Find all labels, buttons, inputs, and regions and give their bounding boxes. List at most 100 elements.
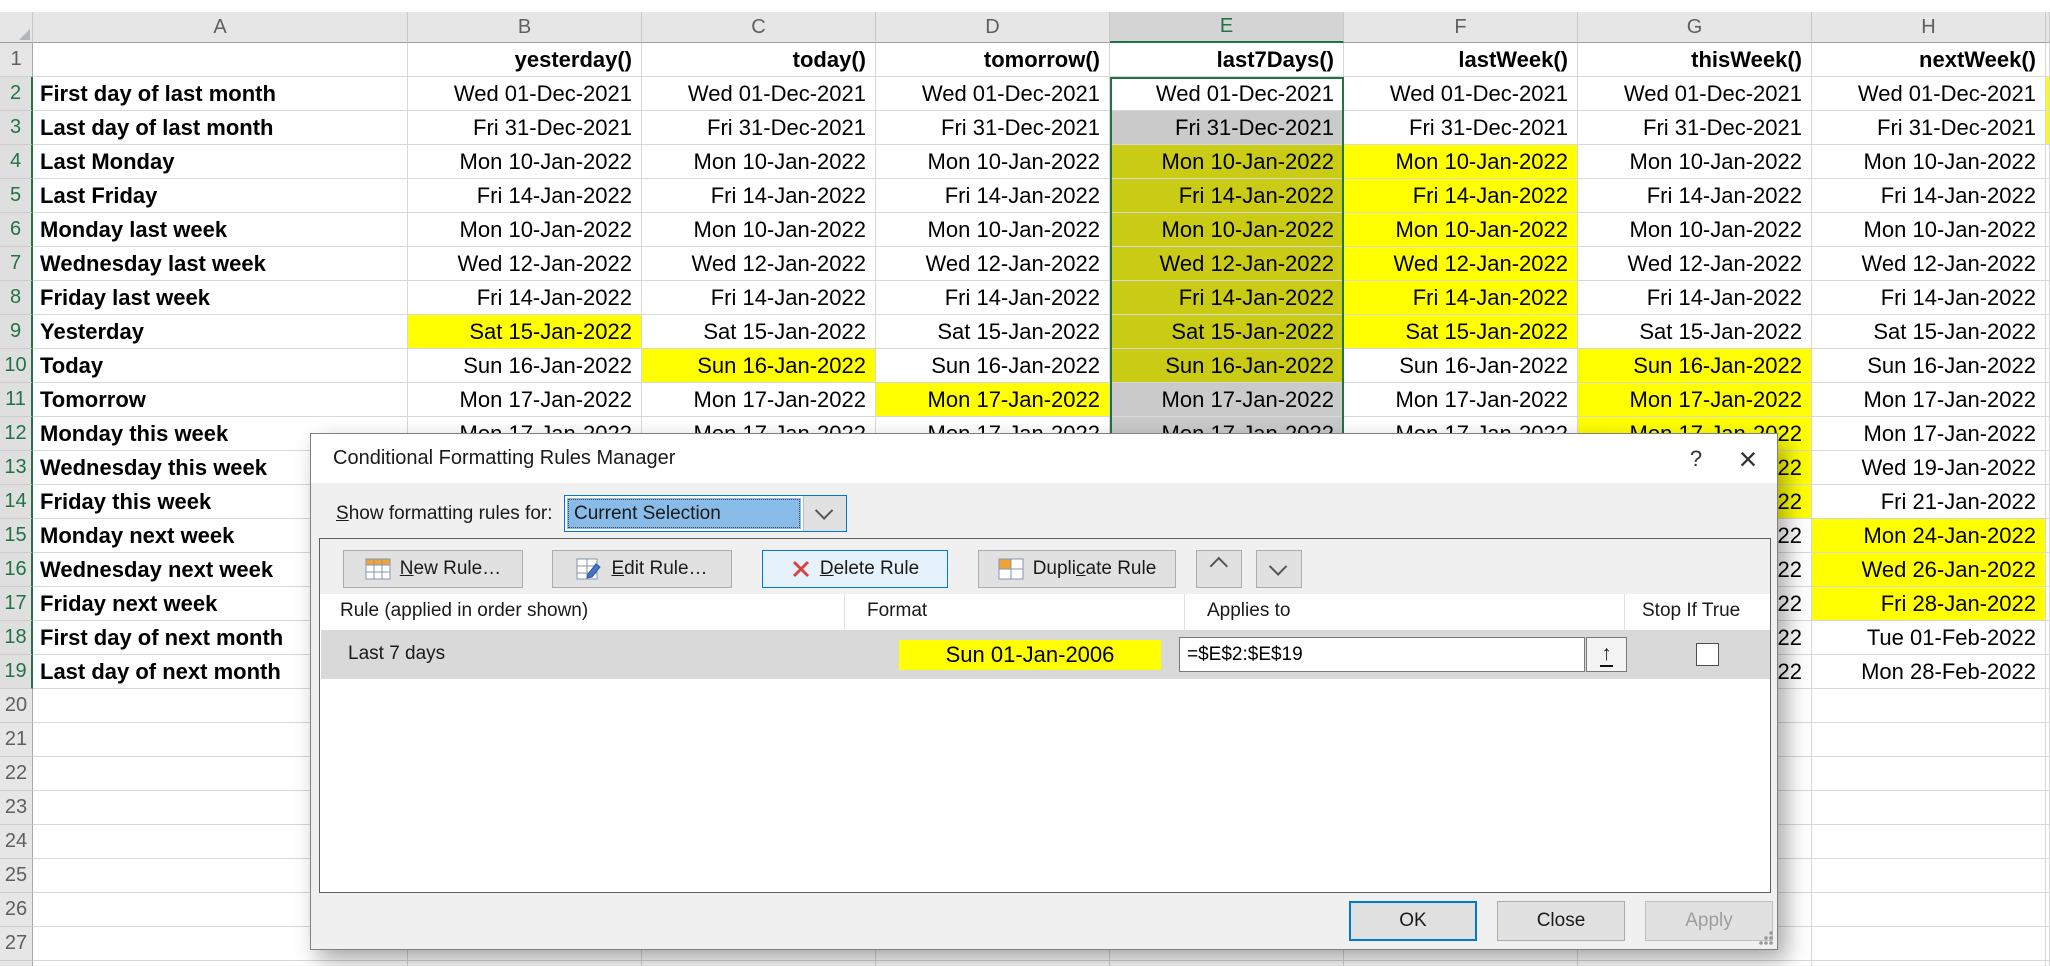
- cell-F1[interactable]: lastWeek(): [1344, 43, 1578, 77]
- cell-C3[interactable]: Fri 31-Dec-2021: [642, 111, 876, 145]
- cell-H4[interactable]: Mon 10-Jan-2022: [1812, 145, 2046, 179]
- cell-H21[interactable]: [1812, 723, 2046, 757]
- cell-H8[interactable]: Fri 14-Jan-2022: [1812, 281, 2046, 315]
- cell-H2[interactable]: Wed 01-Dec-2021: [1812, 77, 2046, 111]
- resize-grip[interactable]: [1759, 931, 1773, 945]
- duplicate-rule-button[interactable]: Duplicate Rule: [978, 550, 1176, 588]
- cell-C5[interactable]: Fri 14-Jan-2022: [642, 179, 876, 213]
- col-header-G[interactable]: G: [1578, 12, 1812, 43]
- cell-B7[interactable]: Wed 12-Jan-2022: [408, 247, 642, 281]
- row-header-5[interactable]: 5: [0, 179, 33, 213]
- row-header-15[interactable]: 15: [0, 519, 33, 553]
- row-header-6[interactable]: 6: [0, 213, 33, 247]
- cell-C7[interactable]: Wed 12-Jan-2022: [642, 247, 876, 281]
- row-header-9[interactable]: 9: [0, 315, 33, 349]
- cell-H1[interactable]: nextWeek(): [1812, 43, 2046, 77]
- cell-E5[interactable]: Fri 14-Jan-2022: [1110, 179, 1344, 213]
- cell-A2[interactable]: First day of last month: [33, 77, 408, 111]
- cell-F5[interactable]: Fri 14-Jan-2022: [1344, 179, 1578, 213]
- row-header-3[interactable]: 3: [0, 111, 33, 145]
- cell-G3[interactable]: Fri 31-Dec-2021: [1578, 111, 1812, 145]
- cell-G6[interactable]: Mon 10-Jan-2022: [1578, 213, 1812, 247]
- cell-D10[interactable]: Sun 16-Jan-2022: [876, 349, 1110, 383]
- cell-G7[interactable]: Wed 12-Jan-2022: [1578, 247, 1812, 281]
- cell-F8[interactable]: Fri 14-Jan-2022: [1344, 281, 1578, 315]
- cell-D9[interactable]: Sat 15-Jan-2022: [876, 315, 1110, 349]
- col-header-B[interactable]: B: [408, 12, 642, 43]
- row-header-7[interactable]: 7: [0, 247, 33, 281]
- col-header-H[interactable]: H: [1812, 12, 2046, 43]
- cell-A4[interactable]: Last Monday: [33, 145, 408, 179]
- cell-F4[interactable]: Mon 10-Jan-2022: [1344, 145, 1578, 179]
- cell-H26[interactable]: [1812, 893, 2046, 927]
- cell-H24[interactable]: [1812, 825, 2046, 859]
- cell-G5[interactable]: Fri 14-Jan-2022: [1578, 179, 1812, 213]
- apply-button[interactable]: Apply: [1645, 901, 1773, 941]
- cell-D5[interactable]: Fri 14-Jan-2022: [876, 179, 1110, 213]
- cell-C9[interactable]: Sat 15-Jan-2022: [642, 315, 876, 349]
- cell-C2[interactable]: Wed 01-Dec-2021: [642, 77, 876, 111]
- row-header-27[interactable]: 27: [0, 927, 33, 961]
- cell-H6[interactable]: Mon 10-Jan-2022: [1812, 213, 2046, 247]
- row-header-18[interactable]: 18: [0, 621, 33, 655]
- cell-E4[interactable]: Mon 10-Jan-2022: [1110, 145, 1344, 179]
- cell-G10[interactable]: Sun 16-Jan-2022: [1578, 349, 1812, 383]
- close-button[interactable]: Close: [1497, 901, 1625, 941]
- cell-B1[interactable]: yesterday(): [408, 43, 642, 77]
- move-rule-down-button[interactable]: [1256, 550, 1302, 588]
- cell-E6[interactable]: Mon 10-Jan-2022: [1110, 213, 1344, 247]
- row-header-8[interactable]: 8: [0, 281, 33, 315]
- cell-C4[interactable]: Mon 10-Jan-2022: [642, 145, 876, 179]
- cell-H5[interactable]: Fri 14-Jan-2022: [1812, 179, 2046, 213]
- cell-H22[interactable]: [1812, 757, 2046, 791]
- edit-rule-button[interactable]: Edit Rule…: [552, 550, 732, 588]
- cell-D3[interactable]: Fri 31-Dec-2021: [876, 111, 1110, 145]
- row-header-16[interactable]: 16: [0, 553, 33, 587]
- close-icon[interactable]: ×: [1725, 442, 1771, 476]
- row-header-2[interactable]: 2: [0, 77, 33, 111]
- cell-C11[interactable]: Mon 17-Jan-2022: [642, 383, 876, 417]
- delete-rule-button[interactable]: Delete Rule: [762, 550, 948, 588]
- row-header-13[interactable]: 13: [0, 451, 33, 485]
- cell-C10[interactable]: Sun 16-Jan-2022: [642, 349, 876, 383]
- new-rule-button[interactable]: New Rule…: [343, 550, 523, 588]
- col-header-A[interactable]: A: [33, 12, 408, 43]
- cell-H25[interactable]: [1812, 859, 2046, 893]
- range-selector-button[interactable]: ↑: [1586, 637, 1627, 672]
- cell-F6[interactable]: Mon 10-Jan-2022: [1344, 213, 1578, 247]
- row-header-22[interactable]: 22: [0, 757, 33, 791]
- cell-F2[interactable]: Wed 01-Dec-2021: [1344, 77, 1578, 111]
- cell-A6[interactable]: Monday last week: [33, 213, 408, 247]
- cell-D28[interactable]: [876, 961, 1110, 966]
- cell-E3[interactable]: Fri 31-Dec-2021: [1110, 111, 1344, 145]
- cell-E7[interactable]: Wed 12-Jan-2022: [1110, 247, 1344, 281]
- applies-to-input[interactable]: [1179, 637, 1585, 672]
- ok-button[interactable]: OK: [1349, 901, 1477, 941]
- cell-H16[interactable]: Wed 26-Jan-2022: [1812, 553, 2046, 587]
- cell-A11[interactable]: Tomorrow: [33, 383, 408, 417]
- cell-A10[interactable]: Today: [33, 349, 408, 383]
- cell-E11[interactable]: Mon 17-Jan-2022: [1110, 383, 1344, 417]
- row-header-20[interactable]: 20: [0, 689, 33, 723]
- row-header-19[interactable]: 19: [0, 655, 33, 689]
- cell-F28[interactable]: [1344, 961, 1578, 966]
- cell-A7[interactable]: Wednesday last week: [33, 247, 408, 281]
- cell-H3[interactable]: Fri 31-Dec-2021: [1812, 111, 2046, 145]
- cell-H18[interactable]: Tue 01-Feb-2022: [1812, 621, 2046, 655]
- cell-F9[interactable]: Sat 15-Jan-2022: [1344, 315, 1578, 349]
- scope-combobox-dropdown-button[interactable]: [803, 496, 846, 531]
- cell-B2[interactable]: Wed 01-Dec-2021: [408, 77, 642, 111]
- rule-row-last-7-days[interactable]: Last 7 days Sun 01-Jan-2006 ↑: [321, 630, 1770, 679]
- row-header-10[interactable]: 10: [0, 349, 33, 383]
- col-header-D[interactable]: D: [876, 12, 1110, 43]
- cell-E8[interactable]: Fri 14-Jan-2022: [1110, 281, 1344, 315]
- row-header-11[interactable]: 11: [0, 383, 33, 417]
- cell-H27[interactable]: [1812, 927, 2046, 961]
- cell-D7[interactable]: Wed 12-Jan-2022: [876, 247, 1110, 281]
- cell-D8[interactable]: Fri 14-Jan-2022: [876, 281, 1110, 315]
- cell-H28[interactable]: [1812, 961, 2046, 966]
- cell-E9[interactable]: Sat 15-Jan-2022: [1110, 315, 1344, 349]
- cell-A28[interactable]: [33, 961, 408, 966]
- cell-H10[interactable]: Sun 16-Jan-2022: [1812, 349, 2046, 383]
- dialog-titlebar[interactable]: Conditional Formatting Rules Manager ? ×: [311, 434, 1777, 483]
